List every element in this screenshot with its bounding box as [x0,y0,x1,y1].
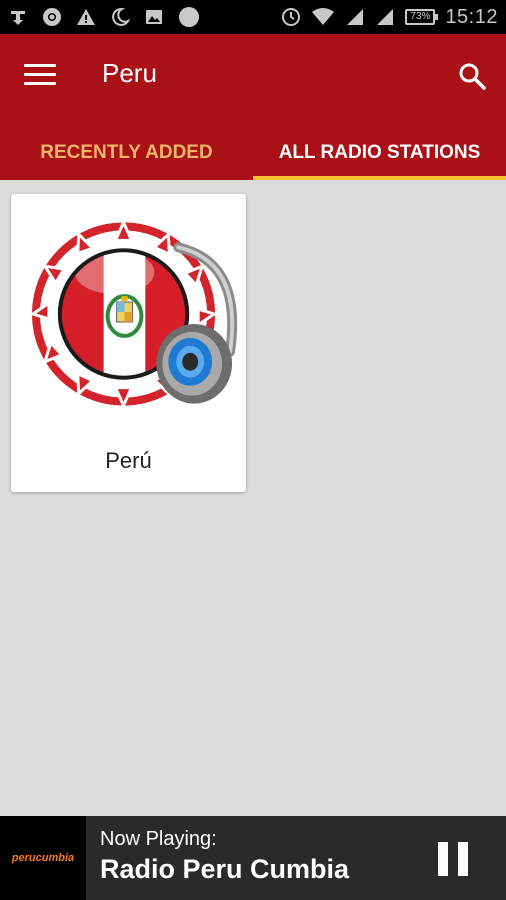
system-icons: 73% 15:12 [281,6,498,29]
tab-bar: RECENTLY ADDED ALL RADIO STATIONS [0,126,506,180]
warning-icon [77,9,95,25]
notification-icons [8,6,200,28]
menu-icon[interactable] [24,64,56,88]
thumbnail-logo-text: perucumbia [11,852,75,864]
tab-recently-added[interactable]: RECENTLY ADDED [0,126,253,180]
app-bar: Peru RECENTLY ADDED ALL RADIO STATIONS [0,34,506,180]
chrome-icon [43,8,61,26]
now-playing-bar[interactable]: perucumbia Now Playing: Radio Peru Cumbi… [0,816,506,900]
station-name: Perú [105,448,152,473]
peru-flag-headphones-logo [29,218,238,410]
wifi-icon [312,8,335,25]
signal-icon [347,9,364,25]
now-playing-label: Now Playing: [100,828,217,850]
tab-all-radio-stations[interactable]: ALL RADIO STATIONS [253,126,506,180]
search-icon[interactable] [456,60,488,92]
station-thumbnail: perucumbia [0,816,86,900]
station-card[interactable]: Perú [11,194,246,492]
signal-icon [377,9,394,25]
status-bar: 73% 15:12 [0,0,506,34]
image-icon [146,10,162,24]
page-title: Peru [102,58,157,88]
sync-icon [282,8,301,26]
circle-icon [179,7,199,27]
clock: 15:12 [445,5,498,28]
now-playing-station: Radio Peru Cumbia [100,854,350,884]
battery-level: 73% [410,11,431,22]
battery-icon: 73% [405,9,439,25]
moon-icon [112,7,130,26]
download-icon [11,11,25,25]
pause-icon[interactable] [438,842,468,876]
